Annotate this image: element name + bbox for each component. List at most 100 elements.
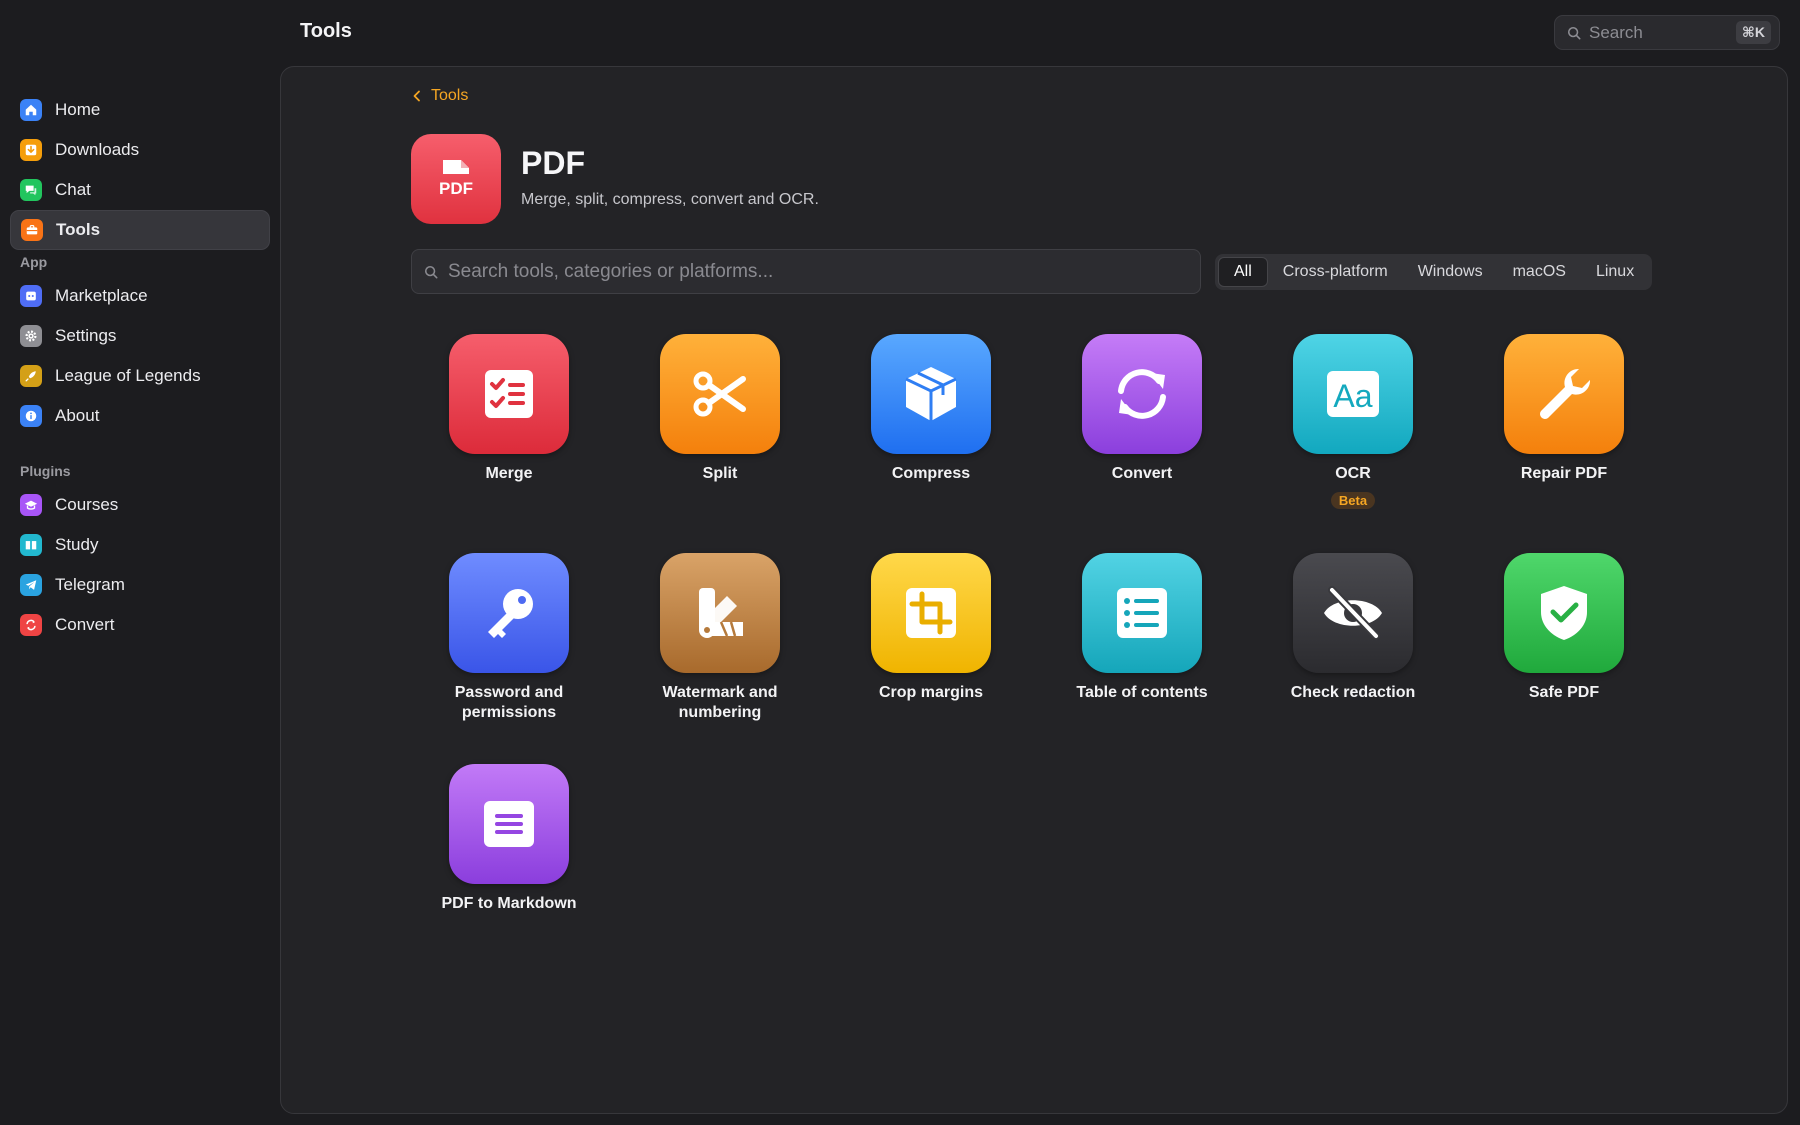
- toolbox-icon: [21, 219, 43, 241]
- search-icon: [1567, 26, 1581, 39]
- shield-check-icon: [1504, 553, 1624, 673]
- sidebar-item-label: Marketplace: [55, 286, 148, 305]
- tool-repair-pdf[interactable]: Repair PDF: [1464, 334, 1664, 484]
- app-title: Tools: [300, 20, 352, 42]
- swatch-icon: [660, 553, 780, 673]
- search-icon: [424, 265, 438, 278]
- global-search-input[interactable]: Search ⌘K: [1554, 15, 1780, 50]
- tool-label: Repair PDF: [1520, 465, 1608, 482]
- book-icon: [20, 534, 42, 556]
- tool-search-placeholder: Search tools, categories or platforms...: [448, 260, 774, 282]
- crop-icon: [871, 553, 991, 673]
- box-icon: [871, 334, 991, 454]
- keyboard-shortcut-badge: ⌘K: [1735, 21, 1771, 44]
- list-icon: [1082, 553, 1202, 673]
- chevron-left-icon: [413, 90, 420, 102]
- filter-windows[interactable]: Windows: [1403, 257, 1498, 287]
- tool-table-of-contents[interactable]: Table of contents: [1042, 553, 1242, 703]
- eye-slash-icon: [1293, 553, 1413, 673]
- pdf-icon-text: PDF: [439, 179, 473, 198]
- tool-label: Merge: [485, 465, 533, 482]
- checklist-icon: [449, 334, 569, 454]
- filter-macos[interactable]: macOS: [1498, 257, 1581, 287]
- wrench-icon: [1504, 334, 1624, 454]
- filter-cross-platform[interactable]: Cross-platform: [1268, 257, 1403, 287]
- sidebar-item-home[interactable]: Home: [10, 90, 270, 130]
- sidebar-item-label: Telegram: [55, 575, 125, 594]
- sidebar-item-league-of-legends[interactable]: League of Legends: [10, 356, 270, 396]
- tool-safe-pdf[interactable]: Safe PDF: [1464, 553, 1664, 703]
- tool-label: Check redaction: [1290, 684, 1416, 701]
- telegram-icon: [20, 574, 42, 596]
- tool-check-redaction[interactable]: Check redaction: [1253, 553, 1453, 703]
- breadcrumb-back-link[interactable]: Tools: [411, 87, 468, 105]
- tool-label: PDF to Markdown: [441, 895, 577, 912]
- sidebar-item-label: Home: [55, 100, 101, 119]
- tool-compress[interactable]: Compress: [831, 334, 1031, 484]
- sidebar-item-tools[interactable]: Tools: [10, 210, 270, 250]
- scissors-icon: [660, 334, 780, 454]
- sidebar-item-label: Downloads: [55, 140, 140, 159]
- tool-merge[interactable]: Merge: [409, 334, 609, 484]
- download-icon: [20, 139, 42, 161]
- sidebar-item-label: Convert: [55, 615, 115, 634]
- sidebar-item-courses[interactable]: Courses: [10, 485, 270, 525]
- platform-filter-segmented: All Cross-platform Windows macOS Linux: [1215, 254, 1653, 290]
- filter-linux[interactable]: Linux: [1581, 257, 1649, 287]
- breadcrumb-label: Tools: [431, 87, 469, 104]
- pdf-icon: PDF: [411, 134, 501, 224]
- tool-label: Split: [702, 465, 738, 482]
- sidebar-item-label: About: [55, 406, 100, 425]
- graduation-cap-icon: [20, 494, 42, 516]
- gear-icon: [20, 325, 42, 347]
- info-icon: [20, 405, 42, 427]
- sidebar-item-study[interactable]: Study: [10, 525, 270, 565]
- tool-pdf-to-markdown[interactable]: PDF to Markdown: [409, 764, 609, 914]
- sidebar-item-label: Tools: [56, 220, 101, 239]
- svg-text:Aa: Aa: [1333, 378, 1372, 414]
- sidebar-item-label: Settings: [55, 326, 117, 345]
- sidebar-item-marketplace[interactable]: Marketplace: [10, 276, 270, 316]
- main-panel: Tools PDF PDF Merge, split, compress, co…: [280, 66, 1788, 1114]
- tool-label: OCR: [1335, 465, 1371, 482]
- tool-label: Compress: [891, 465, 971, 482]
- sidebar-item-about[interactable]: About: [10, 396, 270, 436]
- sidebar-item-settings[interactable]: Settings: [10, 316, 270, 356]
- tool-label: Password and permissions: [454, 684, 564, 721]
- document-lines-icon: [449, 764, 569, 884]
- page-subtitle: Merge, split, compress, convert and OCR.: [521, 191, 819, 208]
- tool-split[interactable]: Split: [620, 334, 820, 484]
- home-icon: [20, 99, 42, 121]
- key-icon: [449, 553, 569, 673]
- tool-ocr[interactable]: Aa OCR Beta: [1253, 334, 1453, 510]
- page-title: PDF: [521, 145, 585, 181]
- sidebar-item-label: Study: [55, 535, 99, 554]
- filter-all[interactable]: All: [1218, 257, 1268, 287]
- sidebar-section-app: App: [20, 254, 48, 270]
- sidebar-item-chat[interactable]: Chat: [10, 170, 270, 210]
- global-search-placeholder: Search: [1589, 22, 1643, 42]
- tool-label: Convert: [1111, 465, 1173, 482]
- tool-search-input[interactable]: Search tools, categories or platforms...: [411, 249, 1201, 294]
- tool-label: Watermark and numbering: [662, 684, 778, 721]
- sidebar-item-label: League of Legends: [55, 366, 201, 385]
- text-format-icon: Aa: [1293, 334, 1413, 454]
- chat-icon: [20, 179, 42, 201]
- sidebar-item-telegram[interactable]: Telegram: [10, 565, 270, 605]
- rocket-icon: [20, 365, 42, 387]
- convert-icon: [20, 614, 42, 636]
- sidebar-item-label: Courses: [55, 495, 119, 514]
- tool-label: Table of contents: [1076, 684, 1208, 701]
- sidebar-section-plugins: Plugins: [20, 463, 71, 479]
- tool-convert[interactable]: Convert: [1042, 334, 1242, 484]
- tool-crop-margins[interactable]: Crop margins: [831, 553, 1031, 703]
- sidebar-item-convert[interactable]: Convert: [10, 605, 270, 645]
- tool-watermark-numbering[interactable]: Watermark and numbering: [620, 553, 820, 723]
- tool-label: Crop margins: [878, 684, 983, 701]
- store-icon: [20, 285, 42, 307]
- refresh-icon: [1082, 334, 1202, 454]
- sidebar-item-downloads[interactable]: Downloads: [10, 130, 270, 170]
- tool-password-permissions[interactable]: Password and permissions: [409, 553, 609, 723]
- sidebar-item-label: Chat: [55, 180, 91, 199]
- beta-badge: Beta: [1330, 492, 1376, 509]
